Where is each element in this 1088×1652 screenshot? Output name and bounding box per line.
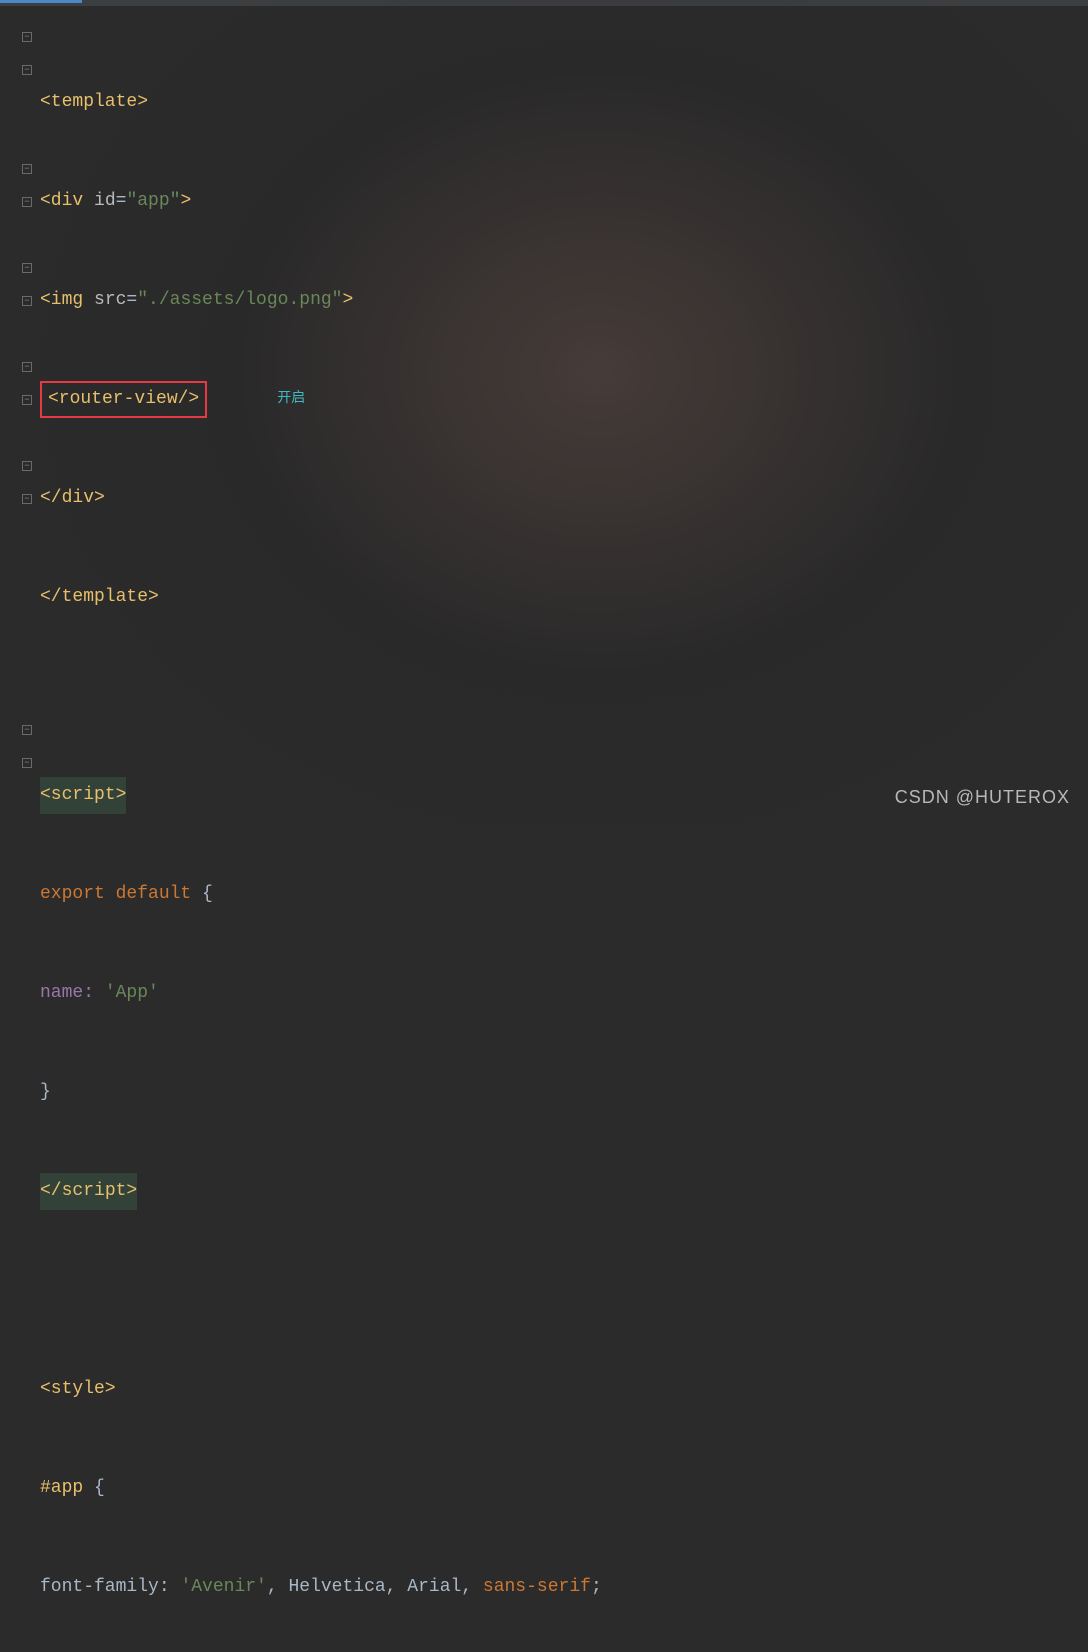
fold-icon[interactable]: −	[22, 296, 32, 306]
fold-icon[interactable]: −	[22, 164, 32, 174]
code-line[interactable]	[40, 680, 1088, 713]
code-line[interactable]: <template>	[40, 86, 1088, 119]
code-line[interactable]: <div id="app">	[40, 185, 1088, 218]
fold-icon[interactable]: −	[22, 197, 32, 207]
code-area[interactable]: <template> <div id="app"> <img src="./as…	[40, 6, 1088, 826]
fold-icon[interactable]: −	[22, 725, 32, 735]
fold-icon[interactable]: −	[22, 65, 32, 75]
highlight-box: <router-view/>	[40, 381, 207, 418]
code-line[interactable]: export default {	[40, 878, 1088, 911]
fold-icon[interactable]: −	[22, 32, 32, 42]
watermark: CSDN @HUTEROX	[895, 781, 1070, 814]
fold-icon[interactable]: −	[22, 758, 32, 768]
code-line[interactable]: }	[40, 1076, 1088, 1109]
code-line[interactable]: </script>	[40, 1175, 1088, 1208]
fold-icon[interactable]: −	[22, 362, 32, 372]
fold-icon[interactable]: −	[22, 461, 32, 471]
gutter: − − − − − − − − − − − −	[0, 6, 40, 826]
code-line[interactable]: <router-view/> 开启	[40, 383, 1088, 416]
code-line[interactable]: font-family: 'Avenir', Helvetica, Arial,…	[40, 1571, 1088, 1604]
code-line[interactable]: name: 'App'	[40, 977, 1088, 1010]
annotation-label: 开启	[277, 383, 305, 416]
code-line[interactable]	[40, 1274, 1088, 1307]
code-line[interactable]: </template>	[40, 581, 1088, 614]
code-line[interactable]: #app {	[40, 1472, 1088, 1505]
code-editor[interactable]: − − − − − − − − − − − − <template> <div …	[0, 6, 1088, 826]
code-line[interactable]: </div>	[40, 482, 1088, 515]
code-line[interactable]: <img src="./assets/logo.png">	[40, 284, 1088, 317]
fold-icon[interactable]: −	[22, 263, 32, 273]
fold-icon[interactable]: −	[22, 494, 32, 504]
fold-icon[interactable]: −	[22, 395, 32, 405]
code-line[interactable]: <style>	[40, 1373, 1088, 1406]
